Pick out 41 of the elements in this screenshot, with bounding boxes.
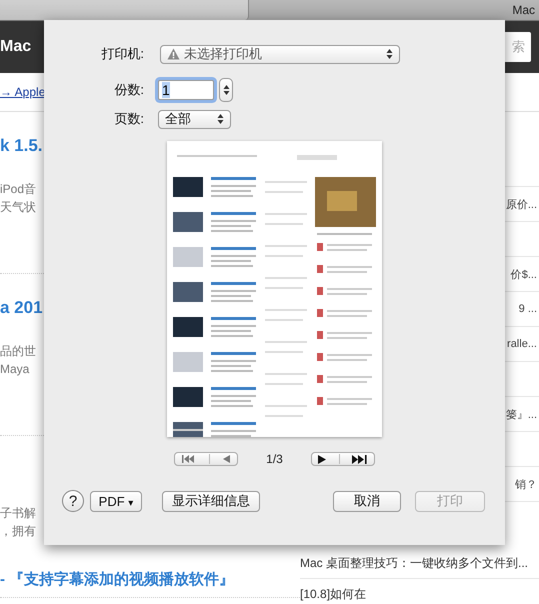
article-excerpt: 子书解 [0,505,37,522]
updown-arrows-icon [222,83,230,97]
stepper[interactable] [219,78,233,102]
next-page-icon [318,454,326,464]
article-excerpt: 天气状 [0,199,37,216]
article-excerpt: ，拥有 [0,523,37,540]
list-link[interactable]: 篓』... [506,406,537,422]
updown-arrows-icon [217,113,224,125]
previous-page-icon [223,455,230,463]
list-link[interactable]: 9 ... [518,303,537,315]
list-link[interactable]: ralle... [507,338,537,350]
article-excerpt: Maya [0,361,30,378]
next-page-buttons[interactable] [310,452,375,466]
list-link[interactable]: 销？ [515,476,537,492]
pages-select[interactable]: 全部 [158,110,231,128]
copies-label: 份数: [113,81,144,99]
list-link[interactable]: 原价... [506,196,537,212]
pages-label: 页数: [113,110,144,128]
printer-label: 打印机: [100,45,144,63]
last-page-icon [352,454,368,464]
breadcrumb-link[interactable]: → Apple [0,85,46,99]
show-details-button[interactable]: 显示详细信息 [162,490,260,512]
previous-page-buttons[interactable] [174,452,238,466]
article-title[interactable]: - 『支持字幕添加的视频播放软件』 [0,571,234,588]
page-indicator: 1/3 [266,452,283,466]
first-page-icon [182,455,196,463]
pdf-button[interactable]: PDF ▾ [90,490,142,512]
printer-select[interactable]: 未选择打印机 [160,44,400,64]
list-link[interactable]: Mac 桌面整理技巧：一键收纳多个文件到... [300,554,528,572]
article-excerpt: iPod音 [0,181,38,198]
list-link[interactable]: 价$... [510,266,537,282]
list-link[interactable]: [10.8]如何在 [300,586,366,602]
cancel-button[interactable]: 取消 [333,490,401,512]
copies-field[interactable]: 1 [158,80,214,100]
article-title[interactable]: a 201 [0,298,43,317]
article-excerpt: 品的世 [0,343,37,360]
updown-arrows-icon [386,48,393,60]
browser-tab-title: Mac [512,3,535,17]
site-title: Mac [0,38,32,56]
help-button[interactable]: ? [62,490,84,512]
article-title[interactable]: k 1.5. [0,136,43,155]
